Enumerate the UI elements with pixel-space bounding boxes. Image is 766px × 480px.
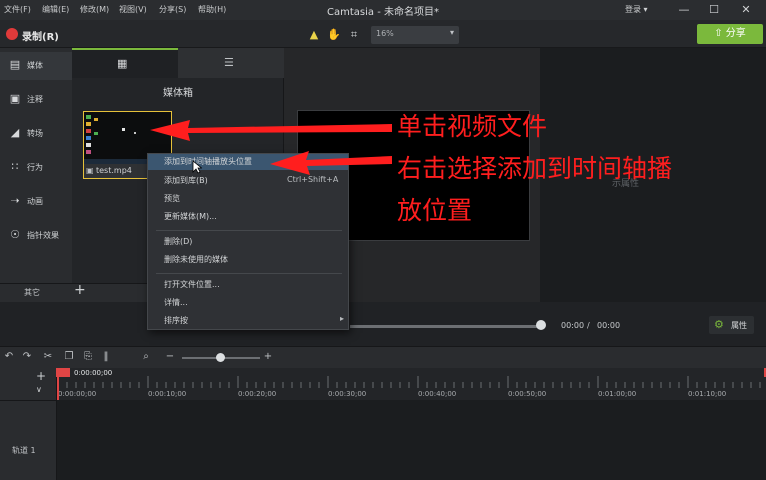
minimize-icon[interactable]: —	[674, 2, 694, 18]
tick-label: 0:00:50;00	[508, 390, 547, 398]
media-file-name: test.mp4	[96, 166, 132, 175]
close-icon[interactable]: ✕	[736, 2, 756, 18]
menu-item-label: 排序按	[164, 316, 188, 325]
pointer-icon[interactable]: ▲	[305, 27, 323, 43]
window-title: Camtasia - 未命名项目*	[327, 7, 439, 18]
tick-label: 0:00:00;00	[58, 390, 97, 398]
share-button[interactable]: ⇧ 分享	[697, 24, 763, 44]
search-icon[interactable]: ⌕	[140, 351, 152, 363]
annotation-icon: ▣	[9, 92, 21, 105]
camtasia-window: 文件(F) 编辑(E) 修改(M) 视图(V) 分享(S) 帮助(H) Camt…	[0, 0, 766, 480]
annotation-text: 右击选择添加到时间轴播	[397, 154, 673, 183]
menu-item-delete-unused[interactable]: 删除未使用的媒体	[148, 252, 348, 268]
total-time: 00:00	[597, 321, 621, 330]
tick-label: 0:00:20;00	[238, 390, 277, 398]
rail-label-transition: 转场	[27, 129, 43, 138]
gear-icon: ⚙	[714, 318, 724, 331]
playhead-handle[interactable]	[56, 368, 70, 377]
add-button[interactable]: +	[74, 282, 86, 298]
media-bin-title: 媒体箱	[163, 88, 193, 99]
timeline-zoom-handle[interactable]	[216, 353, 225, 362]
zoom-value: 16%	[376, 29, 394, 38]
playback-bar	[0, 302, 766, 346]
annotation-text: 单击视频文件	[397, 112, 548, 141]
chevron-down-icon: ▾	[450, 28, 455, 37]
crop-icon[interactable]: ⌗	[345, 27, 363, 43]
menu-item-shortcut: Ctrl+Shift+A	[287, 175, 339, 184]
redo-icon[interactable]: ↷	[21, 351, 33, 363]
menu-item-sort-by[interactable]: 排序按 ▸	[148, 313, 348, 329]
rail-label-cursor-effect: 指针效果	[27, 231, 59, 240]
rail-label-annotation: 注释	[27, 95, 43, 104]
menu-item-delete[interactable]: 删除(D)	[148, 234, 348, 250]
scrub-handle[interactable]	[536, 320, 546, 330]
film-icon: ▦	[117, 57, 128, 70]
split-icon[interactable]: ‖	[100, 351, 112, 363]
cut-icon[interactable]: ✂	[42, 351, 54, 363]
current-time: 00:00	[561, 321, 585, 330]
menu-item-label: 预览	[164, 194, 180, 203]
chevron-down-icon[interactable]: ∨	[36, 385, 42, 394]
record-button[interactable]: 录制(R)	[22, 28, 59, 43]
media-icon: ▤	[9, 58, 21, 71]
menu-item-label: 添加到库(B)	[164, 176, 208, 185]
maximize-icon[interactable]: ☐	[704, 2, 724, 18]
tick-label: 0:00:30;00	[328, 390, 367, 398]
menu-item-details[interactable]: 详情...	[148, 295, 348, 311]
hand-icon[interactable]: ✋	[325, 27, 343, 43]
timeline-toolbar	[0, 346, 766, 368]
rail-label-media: 媒体	[27, 61, 43, 70]
share-label: 分享	[725, 28, 746, 39]
copy-icon[interactable]: ❐	[63, 351, 75, 363]
scrub-track[interactable]	[350, 325, 542, 328]
menu-item-label: 详情...	[164, 298, 188, 307]
menu-item-label: 更新媒体(M)...	[164, 212, 217, 221]
share-icon: ⇧	[714, 28, 723, 39]
rail-label-behavior: 行为	[27, 163, 43, 172]
list-icon[interactable]: ☰	[224, 56, 234, 69]
tick-label: 0:00:40;00	[418, 390, 457, 398]
transition-icon: ◢	[10, 126, 20, 139]
menu-item-label: 打开文件位置...	[164, 280, 220, 289]
menu-item-preview[interactable]: 预览	[148, 191, 348, 207]
behavior-icon: ∷	[11, 160, 19, 173]
tick-label: 0:00:10;00	[148, 390, 187, 398]
menu-item-add-to-library[interactable]: 添加到库(B) Ctrl+Shift+A	[148, 173, 348, 189]
record-icon[interactable]	[6, 28, 18, 40]
zoom-out-icon[interactable]: −	[164, 351, 176, 363]
track-1-lane[interactable]	[57, 400, 766, 480]
chevron-right-icon: ▸	[340, 314, 345, 323]
menu-item-label: 删除(D)	[164, 237, 193, 246]
rail-item-other[interactable]: 其它	[24, 287, 40, 298]
menu-item-add-to-timeline[interactable]: 添加到时间轴播放头位置	[148, 154, 348, 170]
annotation-text: 放位置	[397, 196, 473, 225]
video-file-icon: ▣	[86, 166, 94, 175]
paste-icon[interactable]: ⎘	[82, 351, 94, 363]
menu-separator	[156, 230, 342, 231]
menu-separator	[156, 273, 342, 274]
tick-label: 0:01:00;00	[598, 390, 637, 398]
mouse-cursor-icon	[192, 160, 202, 174]
track-header-column	[0, 368, 57, 480]
menu-item-label: 删除未使用的媒体	[164, 255, 228, 264]
cursor-effect-icon: ☉	[10, 228, 20, 241]
playhead-time: 0:00:00;00	[74, 369, 113, 377]
undo-icon[interactable]: ↶	[3, 351, 15, 363]
time-separator: /	[587, 321, 590, 330]
zoom-in-icon[interactable]: +	[262, 351, 274, 363]
animation-icon: ➝	[10, 194, 20, 207]
menu-item-label: 添加到时间轴播放头位置	[164, 157, 252, 166]
menu-item-open-file-location[interactable]: 打开文件位置...	[148, 277, 348, 293]
properties-label: 属性	[731, 321, 747, 330]
track-1-label: 轨道 1	[12, 446, 36, 455]
rail-label-animation: 动画	[27, 197, 43, 206]
tick-label: 0:01:10;00	[688, 390, 727, 398]
login-button[interactable]: 登录 ▾	[625, 4, 648, 15]
menu-item-update-media[interactable]: 更新媒体(M)...	[148, 209, 348, 225]
add-track-icon[interactable]: +	[36, 369, 46, 383]
